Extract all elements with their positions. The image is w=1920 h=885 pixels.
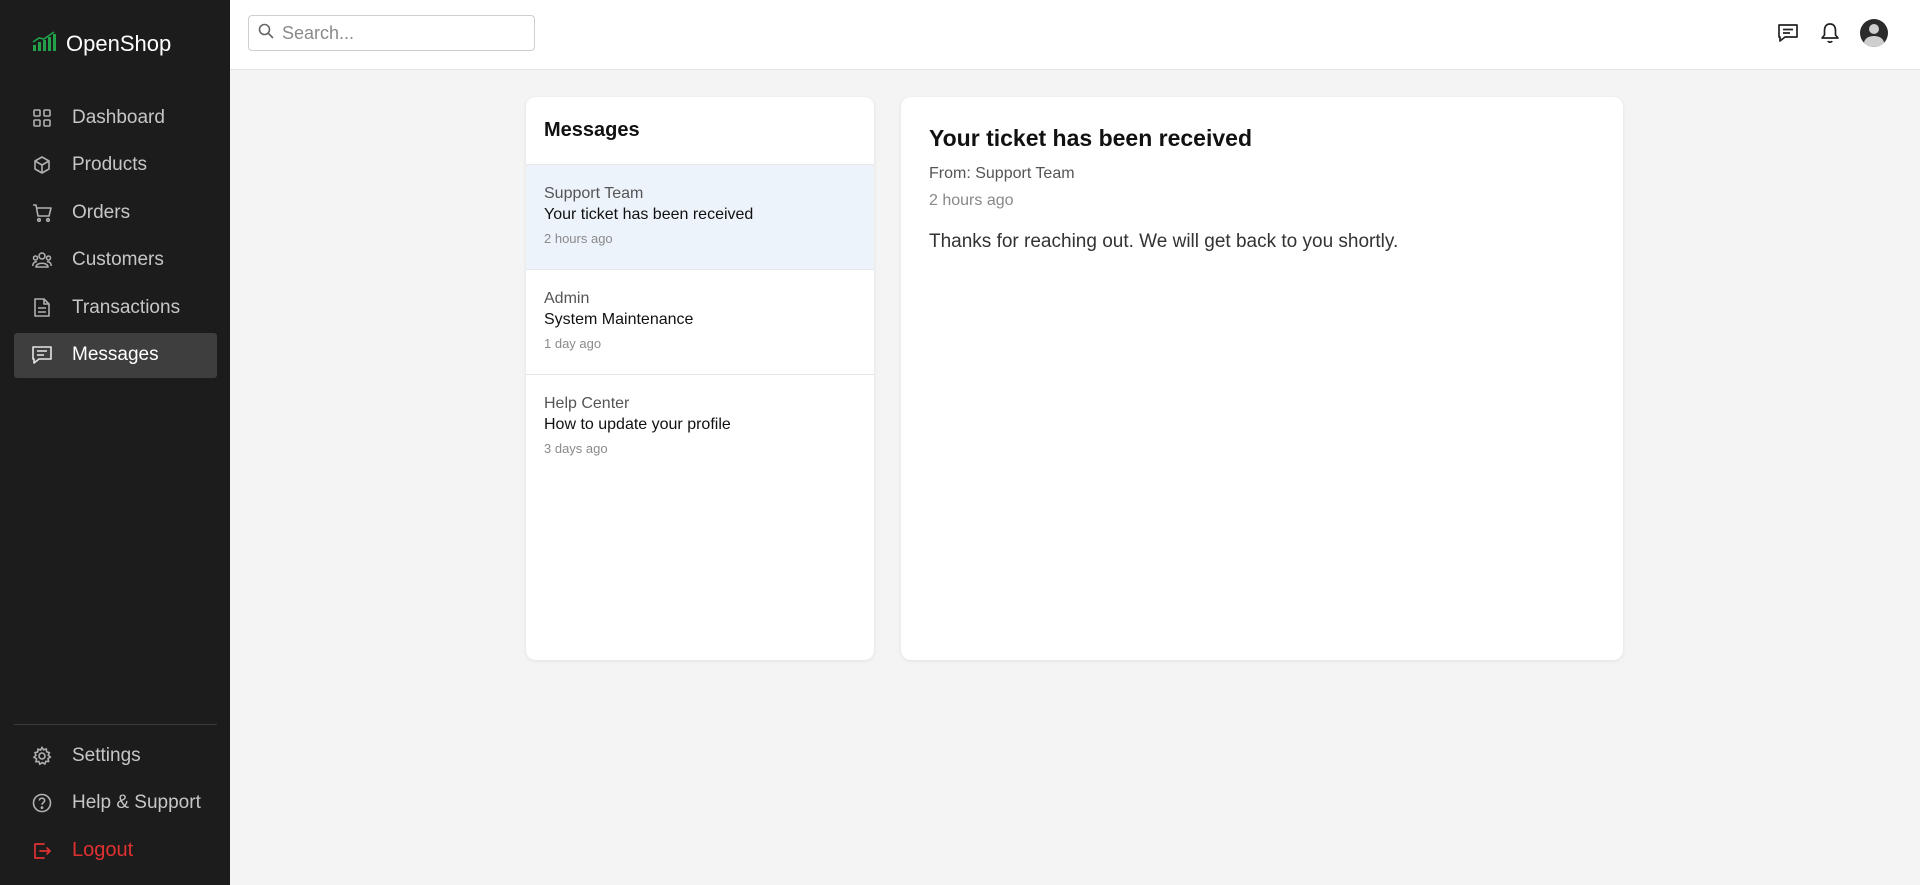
chart-bars-icon [32,30,56,57]
sidebar-item-label: Settings [72,744,141,766]
message-subject: System Maintenance [544,311,694,328]
messages-list-panel: Messages Support Team Your ticket has be… [526,97,874,660]
sidebar-item-label: Customers [72,249,164,270]
help-icon [32,793,52,813]
sidebar-item-customers[interactable]: Customers [14,238,217,283]
sidebar-item-transactions[interactable]: Transactions [14,285,217,330]
brand[interactable]: OpenShop [32,30,171,57]
grid-icon [32,108,52,128]
sidebar-item-logout[interactable]: Logout [14,828,217,873]
message-list-item[interactable]: Help Center How to update your profile 3… [526,375,874,480]
sidebar-item-orders[interactable]: Orders [14,190,217,235]
sidebar-item-help[interactable]: Help & Support [14,781,217,826]
sidebar-item-products[interactable]: Products [14,143,217,188]
sidebar-item-label: Dashboard [72,106,165,128]
message-detail-panel: Your ticket has been received From: Supp… [901,97,1623,660]
search-icon [258,23,274,44]
sidebar: OpenShop Dashboard Products Orders Custo… [0,0,230,885]
message-icon [32,345,52,365]
sidebar-item-label: Messages [72,344,159,365]
message-detail-from: From: Support Team [929,165,1075,182]
users-icon [32,250,52,270]
cart-icon [32,203,52,223]
gear-icon [32,745,52,766]
sidebar-item-label: Products [72,154,147,175]
message-time: 3 days ago [544,441,608,456]
message-subject: How to update your profile [544,416,731,433]
message-list-item[interactable]: Admin System Maintenance 1 day ago [526,270,874,375]
message-time: 1 day ago [544,336,602,351]
bell-icon[interactable] [1818,21,1842,45]
sidebar-nav: Dashboard Products Orders Customers Tran… [14,95,217,380]
sidebar-item-messages[interactable]: Messages [14,332,217,378]
message-sender: Admin [544,290,590,307]
search-input[interactable] [282,22,522,44]
message-detail-time: 2 hours ago [929,192,1014,209]
messages-icon[interactable] [1776,21,1800,45]
sidebar-item-label: Orders [72,201,131,223]
message-list-item[interactable]: Support Team Your ticket has been receiv… [526,165,874,270]
message-sender: Help Center [544,395,630,412]
messages-list-title: Messages [526,97,874,165]
sidebar-item-dashboard[interactable]: Dashboard [14,95,217,140]
message-detail-title: Your ticket has been received [929,125,1252,151]
sidebar-bottom-nav: Settings Help & Support Logout [14,733,217,876]
sidebar-item-label: Transactions [72,296,181,318]
message-sender: Support Team [544,185,644,202]
message-detail-body: Thanks for reaching out. We will get bac… [929,231,1399,252]
brand-name: OpenShop [66,30,172,56]
document-icon [32,298,52,318]
top-bar [230,0,1920,70]
top-actions [1776,19,1888,47]
sidebar-divider [14,724,217,725]
message-subject: Your ticket has been received [544,206,754,223]
box-icon [32,155,52,175]
user-avatar[interactable] [1860,19,1888,47]
sidebar-item-label: Help & Support [72,792,201,813]
message-time: 2 hours ago [544,231,613,246]
search-box[interactable] [248,15,535,51]
sidebar-item-label: Logout [72,839,134,861]
logout-icon [32,841,52,861]
sidebar-item-settings[interactable]: Settings [14,733,217,778]
